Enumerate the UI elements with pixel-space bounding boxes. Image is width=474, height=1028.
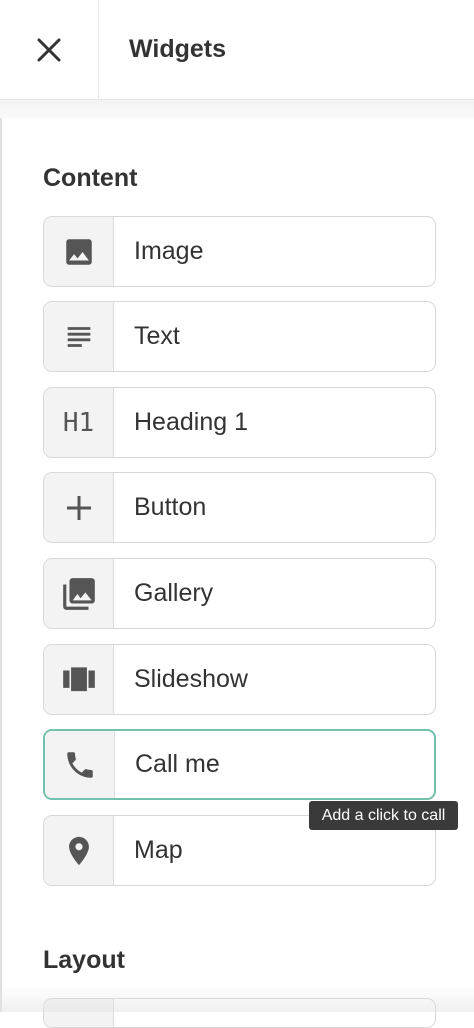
- image-icon: [65, 238, 92, 265]
- widget-heading-1[interactable]: H1 Heading 1: [43, 387, 436, 458]
- widget-label: Heading 1: [134, 408, 248, 436]
- widget-icon-box: H1: [44, 388, 114, 457]
- bottom-fade: [0, 985, 474, 1012]
- widget-icon-box: [44, 645, 114, 714]
- panel-left-edge: [0, 118, 2, 1012]
- section-title-layout: Layout: [43, 946, 125, 974]
- close-button[interactable]: [0, 0, 99, 99]
- widget-label: Call me: [135, 750, 220, 778]
- section-title-content: Content: [43, 164, 138, 192]
- widget-label: Button: [134, 493, 207, 521]
- widget-icon-box: [44, 559, 114, 628]
- map-pin-icon: [68, 836, 89, 865]
- widget-image[interactable]: Image: [43, 216, 436, 287]
- widget-slideshow[interactable]: Slideshow: [43, 644, 436, 715]
- widget-call-me[interactable]: Call me: [43, 729, 436, 800]
- widget-label: Map: [134, 836, 183, 864]
- widget-label: Gallery: [134, 579, 214, 607]
- widget-icon-box: [44, 302, 114, 371]
- widget-icon-box: [44, 473, 114, 542]
- phone-icon: [66, 751, 93, 778]
- widget-gallery[interactable]: Gallery: [43, 558, 436, 629]
- widget-label: Slideshow: [134, 665, 248, 693]
- tooltip: Add a click to call: [309, 801, 458, 830]
- text-lines-icon: [67, 326, 90, 347]
- widget-icon-box: [44, 816, 114, 885]
- widget-label: Image: [134, 237, 204, 265]
- widget-text[interactable]: Text: [43, 301, 436, 372]
- header-divider: [0, 99, 474, 118]
- panel-header: Widgets: [0, 0, 474, 99]
- h1-icon: H1: [62, 407, 95, 438]
- widget-icon-box: [45, 731, 115, 798]
- gallery-icon: [62, 577, 95, 610]
- panel-title: Widgets: [129, 35, 226, 63]
- widget-icon-box: [44, 217, 114, 286]
- widget-label: Text: [134, 322, 180, 350]
- widget-button[interactable]: Button: [43, 472, 436, 543]
- slideshow-icon: [62, 666, 95, 691]
- close-icon: [37, 38, 61, 61]
- plus-icon: [66, 495, 91, 520]
